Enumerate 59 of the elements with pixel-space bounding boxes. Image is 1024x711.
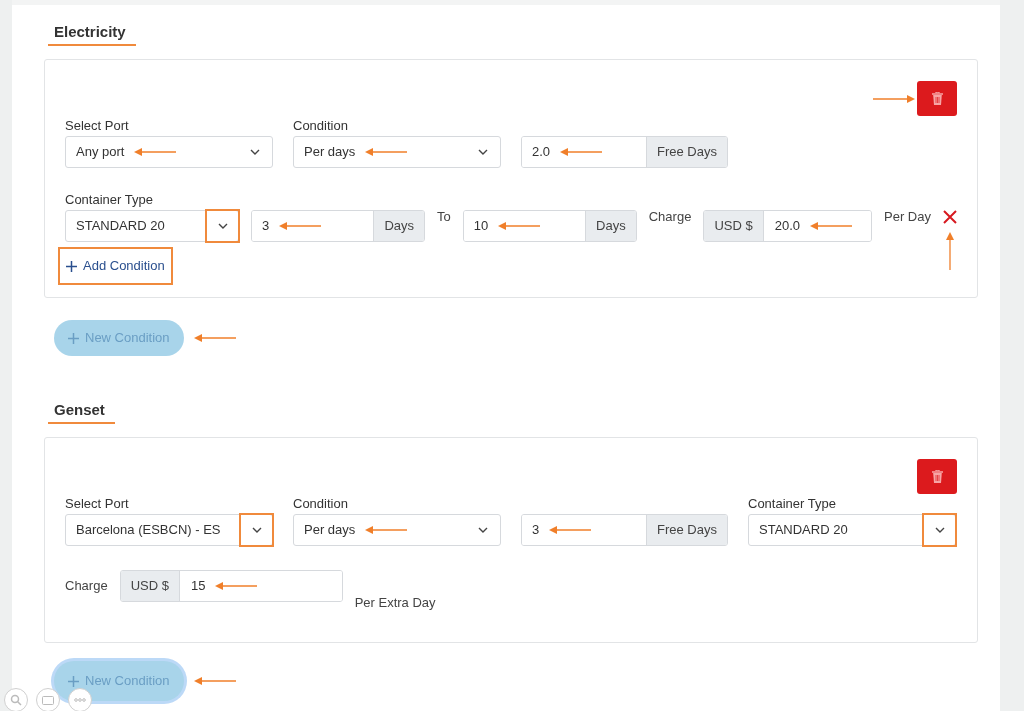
input-addon: USD $: [704, 211, 764, 241]
input-addon: Days: [373, 211, 424, 241]
section-title: Electricity: [54, 23, 126, 40]
input-value: 15: [190, 577, 206, 596]
plus-icon: [66, 260, 77, 272]
input-addon: USD $: [120, 571, 180, 601]
inline-label: Per Extra Day: [354, 593, 436, 612]
select-field[interactable]: STANDARD 20: [65, 210, 239, 242]
days-input-group[interactable]: 3 Free Days: [521, 514, 728, 546]
input-value: 3: [532, 521, 540, 540]
input-value: 2.0: [532, 143, 551, 162]
select-field[interactable]: Per days: [293, 514, 501, 546]
add-condition-link[interactable]: Add Condition: [58, 247, 173, 285]
chevron-down-icon: [477, 149, 488, 155]
input-value: 20.0: [774, 217, 800, 236]
close-icon[interactable]: [943, 210, 957, 224]
input-addon: Free Days: [646, 137, 727, 167]
inline-label: Charge: [65, 577, 108, 596]
trash-icon: [931, 92, 943, 105]
field-label: Container Type: [748, 496, 837, 512]
select-value: Per days: [304, 143, 356, 162]
charge-input-group[interactable]: USD $ 15: [119, 570, 343, 602]
inline-label: Charge: [648, 208, 692, 227]
inline-label: To: [437, 208, 451, 227]
delete-button[interactable]: [917, 81, 957, 116]
input-value: 3: [262, 217, 270, 236]
days-input-group[interactable]: 3 Days: [251, 210, 425, 242]
input-addon: Free Days: [646, 515, 727, 545]
select-value: Per days: [304, 521, 356, 540]
select-value: STANDARD 20: [759, 521, 848, 540]
input-addon: Days: [585, 211, 636, 241]
chevron-down-icon: [477, 527, 488, 533]
days-input-group[interactable]: 2.0 Free Days: [521, 136, 728, 168]
chevron-down-icon: [251, 527, 262, 533]
field-label: Select Port: [65, 496, 130, 512]
charge-input-group[interactable]: USD $ 20.0: [703, 210, 873, 242]
select-value: Any port: [76, 143, 125, 162]
inline-label: Per Day: [884, 208, 931, 227]
section-title: Genset: [54, 401, 105, 418]
zoom-tool-icon[interactable]: [4, 688, 28, 711]
select-field[interactable]: Any port: [65, 136, 273, 168]
select-field[interactable]: STANDARD 20: [748, 514, 956, 546]
plus-icon: [68, 675, 79, 687]
chevron-down-icon: [934, 527, 945, 533]
select-field[interactable]: Barcelona (ESBCN) - ES: [65, 514, 273, 546]
select-value: STANDARD 20: [76, 217, 165, 236]
trash-icon: [931, 470, 943, 483]
input-value: 10: [473, 217, 489, 236]
select-field[interactable]: Per days: [293, 136, 501, 168]
chevron-down-icon: [217, 223, 228, 229]
field-label: Condition: [293, 118, 349, 134]
chevron-down-icon: [249, 149, 260, 155]
field-label: Condition: [293, 496, 349, 512]
field-label: Select Port: [65, 118, 130, 134]
plus-icon: [68, 332, 79, 344]
days-input-group[interactable]: 10 Days: [462, 210, 637, 242]
delete-button[interactable]: [917, 459, 957, 494]
select-value: Barcelona (ESBCN) - ES: [76, 521, 221, 540]
field-label: Container Type: [65, 192, 154, 208]
